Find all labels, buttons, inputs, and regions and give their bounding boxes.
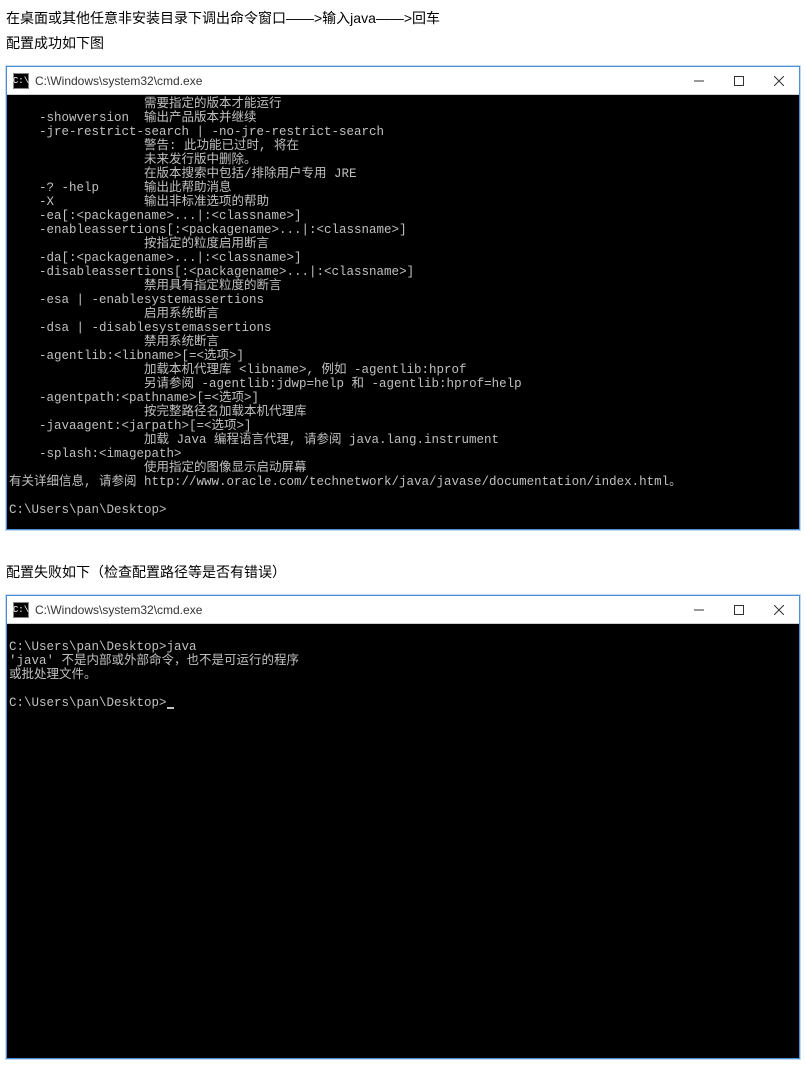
caption-failure: 配置失败如下（检查配置路径等是否有错误） xyxy=(6,562,800,583)
terminal-failure-text: C:\Users\pan\Desktop>java 'java' 不是内部或外部… xyxy=(9,640,299,710)
minimize-icon xyxy=(694,605,704,615)
caption-success: 配置成功如下图 xyxy=(6,33,800,54)
close-icon xyxy=(774,605,784,615)
terminal-output-failure: C:\Users\pan\Desktop>java 'java' 不是内部或外部… xyxy=(7,624,799,1058)
maximize-icon xyxy=(734,76,744,86)
maximize-button[interactable] xyxy=(719,67,759,95)
intro-line: 在桌面或其他任意非安装目录下调出命令窗口——>输入java——>回车 xyxy=(6,8,800,29)
cmd-icon: C:\ xyxy=(13,602,29,618)
minimize-button[interactable] xyxy=(679,596,719,624)
cursor-icon xyxy=(167,707,174,709)
window-title: C:\Windows\system32\cmd.exe xyxy=(35,603,202,617)
maximize-button[interactable] xyxy=(719,596,759,624)
cmd-icon: C:\ xyxy=(13,73,29,89)
window-title: C:\Windows\system32\cmd.exe xyxy=(35,74,202,88)
cmd-window-failure: C:\ C:\Windows\system32\cmd.exe C:\Users… xyxy=(6,595,800,1059)
close-button[interactable] xyxy=(759,67,799,95)
titlebar: C:\ C:\Windows\system32\cmd.exe xyxy=(7,596,799,624)
titlebar: C:\ C:\Windows\system32\cmd.exe xyxy=(7,67,799,95)
window-controls xyxy=(679,596,799,624)
window-controls xyxy=(679,67,799,95)
terminal-output-success: 需要指定的版本才能运行 -showversion 输出产品版本并继续 -jre-… xyxy=(7,95,799,529)
minimize-button[interactable] xyxy=(679,67,719,95)
close-button[interactable] xyxy=(759,596,799,624)
minimize-icon xyxy=(694,76,704,86)
close-icon xyxy=(774,76,784,86)
cmd-window-success: C:\ C:\Windows\system32\cmd.exe 需要指定的版本才… xyxy=(6,66,800,530)
maximize-icon xyxy=(734,605,744,615)
